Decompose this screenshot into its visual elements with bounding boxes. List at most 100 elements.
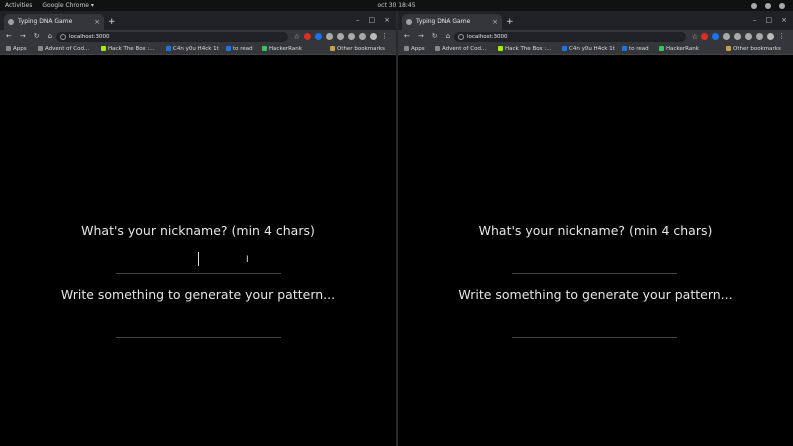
reload-icon[interactable]: ↻ bbox=[34, 30, 40, 43]
nickname-input[interactable] bbox=[116, 273, 281, 274]
bookmark-item[interactable]: Hack The Box :... bbox=[101, 43, 155, 55]
browser-toolbar: ← → ↻ ⌂ localhost:3000 ☆ ⋮ bbox=[0, 30, 396, 43]
tab-strip: Typing DNA Game × + – □ × bbox=[398, 11, 793, 30]
url-text: localhost:3000 bbox=[69, 34, 110, 40]
close-tab-icon[interactable]: × bbox=[94, 14, 100, 30]
bookmark-item[interactable]: to read bbox=[622, 43, 649, 55]
tab-strip: Typing DNA Game × + – □ × bbox=[0, 11, 396, 30]
bookmark-item[interactable]: Other bookmarks bbox=[330, 43, 385, 55]
extension-icon[interactable] bbox=[326, 33, 333, 40]
bookmark-item[interactable]: C4n y0u H4ck 1t bbox=[166, 43, 219, 55]
menu-icon[interactable]: ⋮ bbox=[778, 33, 785, 40]
network-icon[interactable] bbox=[751, 2, 757, 9]
bookmark-item[interactable]: to read bbox=[226, 43, 253, 55]
close-tab-icon[interactable]: × bbox=[492, 14, 498, 30]
htb-icon bbox=[101, 45, 106, 51]
site-info-icon[interactable] bbox=[458, 34, 464, 40]
bookmark-item[interactable]: C4n y0u H4ck 1t bbox=[562, 43, 615, 55]
bookmark-icon bbox=[435, 45, 440, 51]
new-tab-button[interactable]: + bbox=[506, 14, 514, 30]
clock[interactable]: oct 30 18:45 bbox=[377, 2, 415, 9]
minimize-icon[interactable]: – bbox=[753, 14, 757, 26]
back-icon[interactable]: ← bbox=[404, 30, 410, 43]
bookmark-item[interactable]: Other bookmarks bbox=[726, 43, 781, 55]
tab-typing-dna-game[interactable]: Typing DNA Game × bbox=[402, 14, 502, 30]
system-top-bar: Activities Google Chrome ▾ oct 30 18:45 bbox=[0, 0, 793, 11]
hackerrank-icon bbox=[262, 45, 267, 51]
forward-icon[interactable]: → bbox=[20, 30, 26, 43]
nickname-prompt: What's your nickname? (min 4 chars) bbox=[478, 223, 713, 238]
text-caret bbox=[198, 252, 199, 266]
nickname-input[interactable] bbox=[512, 273, 677, 274]
maximize-icon[interactable]: □ bbox=[369, 14, 376, 26]
back-icon[interactable]: ← bbox=[6, 30, 12, 43]
folder-icon bbox=[726, 45, 731, 51]
bookmark-icon bbox=[562, 45, 567, 51]
bookmark-item[interactable]: HackerRank bbox=[659, 43, 699, 55]
url-text: localhost:3000 bbox=[467, 34, 508, 40]
bookmark-icon bbox=[166, 45, 171, 51]
extension-icon[interactable] bbox=[348, 33, 355, 40]
globe-icon bbox=[226, 45, 231, 51]
browser-toolbar: ← → ↻ ⌂ localhost:3000 ☆ ⋮ bbox=[398, 30, 793, 43]
pattern-input[interactable] bbox=[512, 337, 677, 338]
extension-icon[interactable] bbox=[337, 33, 344, 40]
tab-title: Typing DNA Game bbox=[18, 18, 73, 25]
bookmark-star-icon[interactable]: ☆ bbox=[294, 32, 300, 42]
menu-icon[interactable]: ⋮ bbox=[381, 33, 388, 40]
browser-window-right: Typing DNA Game × + – □ × ← → ↻ ⌂ localh… bbox=[398, 11, 793, 446]
bookmark-item[interactable]: Advent of Cod... bbox=[435, 43, 486, 55]
volume-icon[interactable] bbox=[765, 2, 771, 9]
site-info-icon[interactable] bbox=[60, 34, 66, 40]
globe-icon bbox=[622, 45, 627, 51]
bookmark-item[interactable]: HackerRank bbox=[262, 43, 302, 55]
globe-icon bbox=[406, 19, 412, 25]
bookmark-star-icon[interactable]: ☆ bbox=[692, 32, 698, 42]
extension-icon[interactable] bbox=[723, 33, 730, 40]
bookmarks-bar: Apps Advent of Cod... Hack The Box :... … bbox=[398, 43, 793, 55]
extension-icon[interactable] bbox=[359, 33, 366, 40]
bookmark-item[interactable]: Apps bbox=[404, 43, 425, 55]
minimize-icon[interactable]: – bbox=[356, 14, 360, 26]
tab-title: Typing DNA Game bbox=[416, 18, 471, 25]
address-bar[interactable]: localhost:3000 ☆ bbox=[56, 32, 300, 42]
globe-icon bbox=[8, 19, 14, 25]
extension-icon[interactable] bbox=[304, 33, 311, 40]
profile-avatar[interactable] bbox=[370, 33, 377, 40]
pattern-input[interactable] bbox=[116, 337, 281, 338]
extension-icon[interactable] bbox=[315, 33, 322, 40]
bookmark-item[interactable]: Hack The Box :... bbox=[498, 43, 552, 55]
extension-icon[interactable] bbox=[745, 33, 752, 40]
ibeam-cursor-icon: I bbox=[246, 255, 249, 265]
home-icon[interactable]: ⌂ bbox=[446, 30, 450, 43]
bookmark-item[interactable]: Advent of Cod... bbox=[38, 43, 89, 55]
pattern-prompt: Write something to generate your pattern… bbox=[458, 287, 733, 302]
apps-icon bbox=[6, 45, 11, 51]
apps-icon bbox=[404, 45, 409, 51]
close-window-icon[interactable]: × bbox=[781, 14, 787, 26]
extension-icon[interactable] bbox=[701, 33, 708, 40]
home-icon[interactable]: ⌂ bbox=[48, 30, 52, 43]
extension-icon[interactable] bbox=[756, 33, 763, 40]
browser-window-left: Typing DNA Game × + – □ × ← → ↻ ⌂ localh… bbox=[0, 11, 396, 446]
page-content: What's your nickname? (min 4 chars) Writ… bbox=[398, 56, 793, 446]
hackerrank-icon bbox=[659, 45, 664, 51]
htb-icon bbox=[498, 45, 503, 51]
nickname-prompt: What's your nickname? (min 4 chars) bbox=[81, 223, 315, 238]
address-bar[interactable]: localhost:3000 ☆ bbox=[454, 32, 698, 42]
tab-typing-dna-game[interactable]: Typing DNA Game × bbox=[4, 14, 104, 30]
maximize-icon[interactable]: □ bbox=[766, 14, 773, 26]
power-icon[interactable] bbox=[779, 2, 785, 9]
bookmarks-bar: Apps Advent of Cod... Hack The Box :... … bbox=[0, 43, 396, 55]
extension-icon[interactable] bbox=[734, 33, 741, 40]
reload-icon[interactable]: ↻ bbox=[432, 30, 438, 43]
pattern-prompt: Write something to generate your pattern… bbox=[60, 287, 336, 302]
bookmark-icon bbox=[38, 45, 43, 51]
bookmark-item[interactable]: Apps bbox=[6, 43, 27, 55]
forward-icon[interactable]: → bbox=[418, 30, 424, 43]
close-window-icon[interactable]: × bbox=[384, 14, 390, 26]
profile-avatar[interactable] bbox=[767, 33, 774, 40]
extension-icon[interactable] bbox=[712, 33, 719, 40]
new-tab-button[interactable]: + bbox=[108, 14, 116, 30]
folder-icon bbox=[330, 45, 335, 51]
